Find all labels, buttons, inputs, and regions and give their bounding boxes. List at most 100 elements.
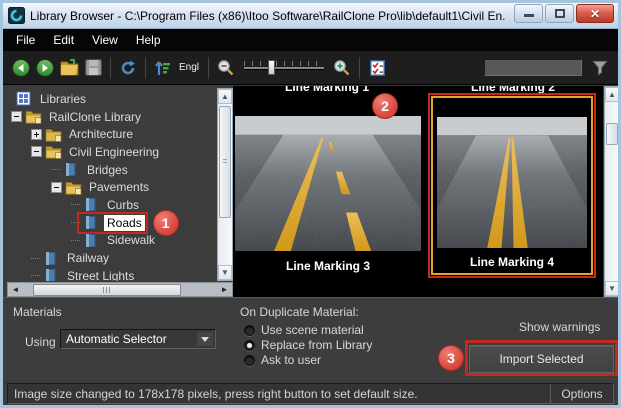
tree-item-core: Sidewalk bbox=[80, 232, 158, 248]
save-icon bbox=[85, 59, 101, 76]
scroll-down-button[interactable]: ▼ bbox=[605, 281, 618, 296]
back-button[interactable] bbox=[10, 57, 32, 79]
radio-button-icon bbox=[244, 324, 255, 336]
radio-button-icon bbox=[244, 354, 255, 366]
tree-item-street-lights[interactable]: Street Lights bbox=[7, 267, 216, 281]
radio-ask-to-user[interactable]: Ask to user bbox=[244, 353, 321, 367]
open-folder-icon bbox=[60, 59, 78, 76]
tree-item-architecture[interactable]: Architecture bbox=[7, 125, 216, 143]
menu-item-file[interactable]: File bbox=[7, 30, 44, 50]
radio-button-icon bbox=[244, 339, 255, 351]
tree-item-civil-engineering[interactable]: Civil Engineering bbox=[7, 143, 216, 161]
menu-bar: File Edit View Help bbox=[3, 29, 618, 51]
library-tree-panel: Libraries RailClone Library Architecture Ci… bbox=[7, 88, 233, 297]
title-bar[interactable]: Library Browser - C:\Program Files (x86)… bbox=[3, 3, 618, 29]
tree-item-label: Curbs bbox=[107, 197, 140, 212]
forward-button[interactable] bbox=[34, 57, 56, 79]
selector-value: Automatic Selector bbox=[66, 332, 167, 346]
zoom-out-button[interactable] bbox=[215, 57, 237, 79]
scroll-track[interactable] bbox=[23, 283, 217, 296]
status-bar: Image size changed to 178x178 pixels, pr… bbox=[3, 381, 618, 405]
open-library-button[interactable] bbox=[58, 57, 80, 79]
collapse-icon[interactable] bbox=[11, 111, 22, 123]
expand-icon[interactable] bbox=[31, 128, 42, 140]
zoom-slider[interactable] bbox=[242, 58, 326, 78]
scroll-grip bbox=[223, 159, 227, 165]
thumbnail-line-marking-3[interactable]: Line Marking 3 bbox=[235, 116, 421, 273]
tree-item-roads[interactable]: Roads 1 bbox=[7, 209, 216, 236]
status-message: Image size changed to 178x178 pixels, pr… bbox=[14, 386, 418, 401]
menu-item-view[interactable]: View bbox=[83, 30, 127, 50]
language-label[interactable]: Engl bbox=[175, 62, 203, 73]
radio-replace-from-library[interactable]: Replace from Library bbox=[244, 338, 372, 352]
annotation-box-2: Line Marking 4 bbox=[428, 93, 596, 278]
collapse-icon[interactable] bbox=[51, 181, 62, 193]
tree-item-pavements[interactable]: Pavements bbox=[7, 178, 216, 196]
expander-line bbox=[34, 151, 39, 153]
duplicate-material-label: On Duplicate Material: bbox=[240, 305, 359, 319]
sort-ascending-icon bbox=[155, 60, 170, 75]
scroll-up-button[interactable]: ▲ bbox=[218, 89, 232, 104]
thumbnail-line-marking-4-selected[interactable]: Line Marking 4 bbox=[431, 96, 593, 275]
radio-label: Ask to user bbox=[261, 353, 322, 367]
back-icon bbox=[12, 59, 30, 76]
options-button[interactable]: Options bbox=[551, 387, 613, 401]
scroll-down-button[interactable]: ▼ bbox=[218, 265, 232, 280]
tree-item-curbs[interactable]: Curbs bbox=[7, 196, 216, 214]
tree-item-core: Roads 1 bbox=[77, 209, 179, 236]
thumbnail-label: Line Marking 4 bbox=[469, 255, 555, 269]
radio-use-scene-material[interactable]: Use scene material bbox=[244, 323, 364, 337]
toolbar-separator bbox=[208, 56, 210, 79]
tree-item-label: Bridges bbox=[87, 162, 128, 177]
checklist-button[interactable] bbox=[366, 57, 388, 79]
tree-item-railclone-library[interactable]: RailClone Library bbox=[7, 108, 216, 126]
scroll-left-button[interactable]: ◄ bbox=[8, 283, 23, 296]
tree-item-core: Railway bbox=[40, 250, 112, 266]
close-button[interactable]: ✕ bbox=[576, 4, 614, 23]
tree-item-core: RailClone Library bbox=[22, 109, 144, 125]
materials-section-label: Materials bbox=[13, 305, 62, 319]
search-input[interactable] bbox=[484, 59, 582, 76]
scroll-up-button[interactable]: ▲ bbox=[605, 87, 618, 102]
chevron-down-icon bbox=[201, 336, 209, 342]
annotation-circle-2: 2 bbox=[372, 93, 398, 119]
tree-item-core: Civil Engineering bbox=[42, 144, 162, 160]
tree-scroll-thumb[interactable] bbox=[219, 106, 231, 218]
scroll-right-button[interactable]: ► bbox=[217, 283, 232, 296]
slider-track bbox=[244, 66, 325, 69]
collapse-icon[interactable] bbox=[31, 146, 42, 158]
tree-connector bbox=[51, 169, 60, 171]
tree-item-bridges[interactable]: Bridges bbox=[7, 161, 216, 179]
zoom-in-icon bbox=[334, 59, 350, 75]
sort-button[interactable] bbox=[152, 57, 174, 79]
book-icon bbox=[83, 197, 100, 212]
maximize-button[interactable] bbox=[545, 4, 574, 23]
tree-hscroll-thumb[interactable] bbox=[33, 283, 181, 296]
minimize-button[interactable] bbox=[514, 4, 543, 23]
road-thumbnail-image bbox=[437, 98, 587, 253]
thumb-scroll-thumb[interactable] bbox=[606, 123, 618, 145]
book-icon bbox=[63, 162, 80, 177]
tree-item-railway[interactable]: Railway bbox=[7, 249, 216, 267]
material-selector-dropdown[interactable]: Automatic Selector bbox=[60, 329, 216, 349]
tree-item-core: Pavements bbox=[62, 179, 152, 195]
toolbar-separator bbox=[359, 56, 361, 79]
expander-line bbox=[36, 131, 37, 137]
tree-item-sidewalk[interactable]: Sidewalk bbox=[7, 232, 216, 250]
zoom-in-button[interactable] bbox=[331, 57, 353, 79]
tree-horizontal-scrollbar[interactable]: ◄ ► bbox=[7, 282, 233, 297]
refresh-button[interactable] bbox=[117, 57, 139, 79]
tree-connector bbox=[71, 239, 80, 241]
libraries-grid-icon bbox=[16, 91, 33, 106]
slider-ticks bbox=[244, 60, 325, 66]
save-button[interactable] bbox=[82, 57, 104, 79]
menu-item-help[interactable]: Help bbox=[127, 30, 170, 50]
maximize-icon bbox=[555, 9, 565, 18]
tree-item-label: Sidewalk bbox=[107, 233, 156, 248]
annotation-circle-3: 3 bbox=[438, 345, 464, 371]
menu-item-edit[interactable]: Edit bbox=[44, 30, 83, 50]
filter-button[interactable] bbox=[589, 57, 611, 79]
slider-thumb[interactable] bbox=[268, 59, 276, 75]
tree-vertical-scrollbar[interactable]: ▲ ▼ bbox=[217, 88, 233, 281]
thumbnail-vertical-scrollbar[interactable]: ▲ ▼ bbox=[604, 86, 618, 297]
